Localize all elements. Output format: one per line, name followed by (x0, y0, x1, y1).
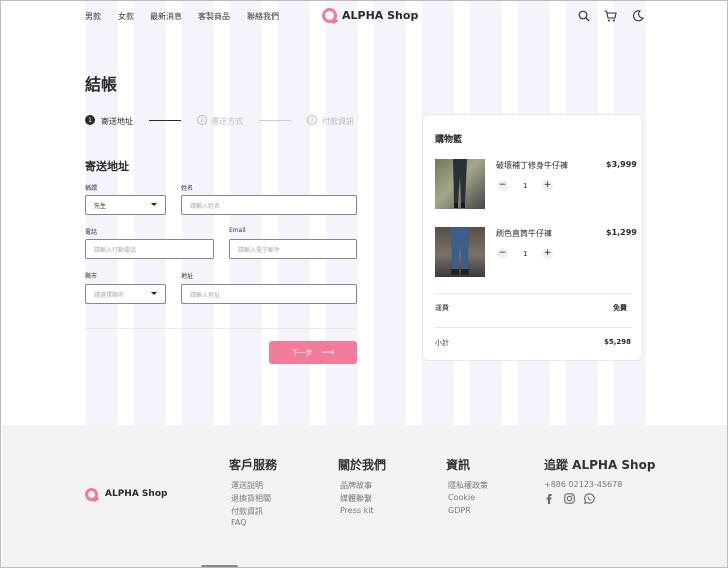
logo-icon (322, 8, 337, 23)
step-2-label: 運送方式 (211, 117, 243, 126)
salutation-value: 先生 (94, 202, 107, 210)
subtotal-label: 小計 (435, 339, 449, 347)
phone-input[interactable]: 請輸入行動電話 (85, 239, 214, 259)
form-divider (85, 328, 357, 329)
arrow-right-icon: ⟶ (321, 347, 335, 358)
nav-item-women[interactable]: 女款 (118, 11, 134, 22)
step-3-label: 付款資訊 (322, 117, 354, 126)
footer-link[interactable]: GDPR (448, 506, 471, 515)
step-connector (259, 120, 291, 121)
header-logo[interactable]: ALPHA Shop (322, 8, 418, 24)
salutation-select[interactable]: 先生 (85, 195, 166, 215)
search-icon[interactable] (578, 10, 590, 22)
footer-link[interactable]: 品牌故事 (340, 480, 372, 491)
minus-icon[interactable]: − (497, 248, 508, 259)
footer-follow-title: 追蹤 ALPHA Shop (544, 458, 656, 472)
next-button-label: 下一步 (291, 348, 313, 357)
footer-link[interactable]: 付款資訊 (231, 506, 263, 517)
whatsapp-icon[interactable] (584, 493, 595, 504)
cart-item-price: $3,999 (606, 160, 637, 169)
cart-divider (435, 293, 632, 294)
shipping-label: 運費 (435, 304, 449, 312)
nav-item-news[interactable]: 最新消息 (150, 11, 182, 22)
plus-icon[interactable]: + (542, 180, 553, 191)
checkout-stepper: 1 寄送地址 2 運送方式 3 付款資訊 (85, 115, 357, 127)
cart-item-price: $1,299 (606, 228, 637, 237)
salutation-label: 稱謂 (85, 185, 98, 192)
step-1-label: 寄送地址 (101, 117, 133, 126)
moon-icon[interactable] (632, 10, 644, 22)
step-3-number: 3 (307, 115, 317, 125)
footer-link[interactable]: 媒體聯繫 (340, 493, 372, 504)
city-value: 請選擇縣市 (94, 291, 125, 299)
footer-phone: +886 02123-45678 (544, 480, 623, 489)
footer-link[interactable]: FAQ (231, 518, 247, 527)
chevron-down-icon (151, 203, 157, 206)
cart-divider (435, 327, 632, 328)
form-section-title: 寄送地址 (85, 160, 129, 173)
cart-item-qty: 1 (523, 250, 528, 258)
product-image (435, 227, 485, 277)
city-label: 縣市 (85, 273, 98, 280)
email-label: Email (229, 227, 246, 234)
footer-col-title: 資訊 (446, 458, 471, 472)
cart-title: 購物籃 (435, 135, 463, 145)
step-1-number: 1 (85, 115, 95, 125)
page: 男款 女款 最新消息 客製商品 聯絡我們 ALPHA Shop 結帳 1 寄送地… (0, 0, 728, 568)
address-input[interactable]: 請輸入地址 (181, 284, 357, 304)
email-input[interactable]: 請輸入電子郵件 (229, 239, 357, 259)
shipping-value: 免費 (613, 304, 627, 312)
phone-label: 電話 (85, 229, 98, 236)
page-title: 結帳 (85, 75, 118, 94)
footer-link[interactable]: 退換貨相關 (231, 493, 271, 504)
cart-panel: 購物籃 破壞補丁修身牛仔褲 $3,999 − 1 + 刷色直筒牛仔褲 $1,29… (422, 114, 643, 361)
brand-name: ALPHA Shop (342, 9, 419, 22)
facebook-icon[interactable] (544, 493, 554, 504)
plus-icon[interactable]: + (542, 248, 553, 259)
chevron-down-icon (151, 292, 157, 295)
logo-icon (85, 488, 98, 501)
step-2-number: 2 (197, 115, 207, 125)
footer-brand-name: ALPHA Shop (105, 489, 168, 499)
footer-link[interactable]: 運送說明 (231, 480, 263, 491)
instagram-icon[interactable] (564, 493, 575, 504)
minus-icon[interactable]: − (497, 180, 508, 191)
city-select[interactable]: 請選擇縣市 (85, 284, 166, 304)
subtotal-value: $5,298 (604, 338, 632, 346)
nav-item-men[interactable]: 男款 (85, 11, 101, 22)
footer-link[interactable]: Cookie (448, 493, 475, 502)
cart-item-name: 破壞補丁修身牛仔褲 (496, 161, 568, 170)
footer-link[interactable]: 隱私權政策 (448, 480, 488, 491)
nav-item-custom[interactable]: 客製商品 (198, 11, 230, 22)
next-step-button[interactable]: 下一步 ⟶ (269, 341, 357, 364)
nav-item-contact[interactable]: 聯絡我們 (247, 11, 279, 22)
footer-col-title: 客戶服務 (229, 458, 278, 472)
name-label: 姓名 (181, 185, 194, 192)
cart-item-name: 刷色直筒牛仔褲 (496, 229, 552, 238)
footer-col-title: 關於我們 (338, 458, 387, 472)
address-label: 地址 (181, 273, 194, 280)
cart-icon[interactable] (604, 10, 617, 22)
footer-logo[interactable]: ALPHA Shop (85, 487, 180, 503)
cart-item-qty: 1 (523, 182, 528, 190)
footer-link[interactable]: Press kit (340, 506, 374, 515)
step-connector-active (149, 120, 181, 121)
name-input[interactable]: 請輸入姓名 (181, 195, 357, 215)
product-image (435, 159, 485, 209)
